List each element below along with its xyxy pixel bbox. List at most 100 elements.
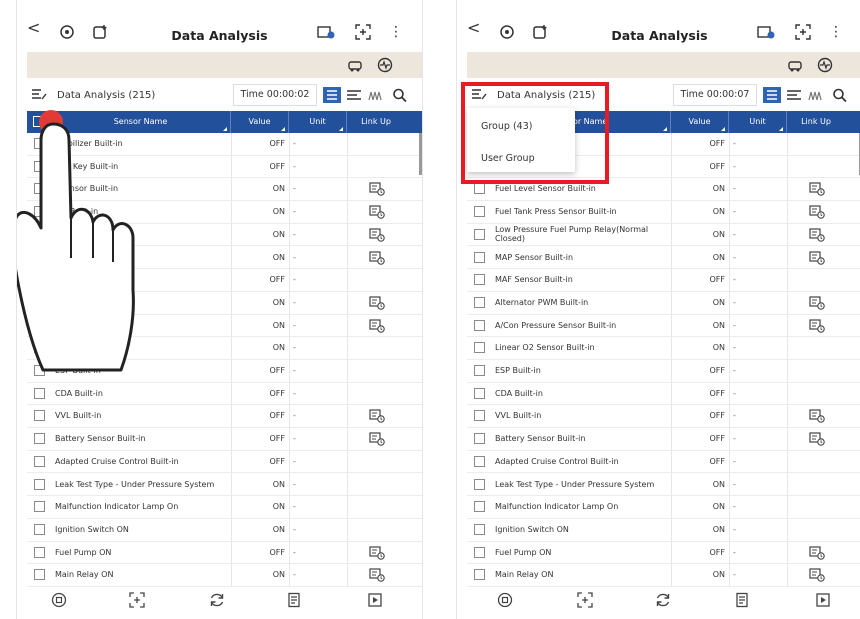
table-row[interactable]: Alternator PWM Built-in ON - — [467, 292, 860, 315]
row-checkbox[interactable] — [474, 546, 485, 558]
refresh-icon[interactable] — [209, 592, 225, 608]
row-checkbox[interactable] — [474, 455, 485, 467]
link-up-graph-icon[interactable] — [369, 432, 385, 446]
table-row[interactable]: Malfunction Indicator Lamp On ON - — [27, 496, 422, 519]
text-view-icon[interactable] — [785, 87, 803, 103]
graph-view-icon[interactable] — [807, 87, 825, 103]
sensor-wave-icon[interactable] — [817, 57, 833, 73]
row-checkbox[interactable] — [474, 433, 485, 445]
table-row[interactable]: Battery Sensor Built-in OFF - — [27, 428, 422, 451]
row-checkbox[interactable] — [34, 501, 45, 513]
row-checkbox[interactable] — [474, 228, 485, 240]
car-tool-icon[interactable] — [347, 58, 363, 72]
link-up-graph-icon[interactable] — [809, 545, 825, 560]
link-up-graph-icon[interactable] — [369, 409, 385, 424]
link-up-graph-icon[interactable] — [369, 545, 385, 560]
col-link-up[interactable]: Link Up — [787, 111, 845, 133]
link-up-graph-icon[interactable] — [369, 228, 385, 242]
table-row[interactable]: Low Pressure Fuel Pump Relay(Normal Clos… — [467, 224, 860, 247]
table-row[interactable]: Battery Sensor Built-in OFF - — [467, 428, 860, 451]
row-checkbox[interactable] — [34, 387, 45, 399]
link-up-graph-icon[interactable] — [369, 182, 385, 197]
table-row[interactable]: Fuel Pump ON OFF - — [27, 542, 422, 565]
link-up-graph-icon[interactable] — [809, 182, 825, 197]
row-checkbox[interactable] — [34, 433, 45, 445]
expand-icon[interactable] — [795, 24, 811, 40]
table-row[interactable]: Ignition Switch ON ON - — [27, 519, 422, 542]
list-view-icon[interactable] — [323, 87, 341, 103]
stop-icon[interactable] — [51, 592, 67, 608]
link-up-graph-icon[interactable] — [809, 228, 825, 242]
table-row[interactable]: CDA Built-in OFF - — [27, 383, 422, 406]
row-checkbox[interactable] — [474, 183, 485, 195]
stop-icon[interactable] — [497, 592, 513, 608]
row-checkbox[interactable] — [34, 455, 45, 467]
table-row[interactable]: Adapted Cruise Control Built-in OFF - — [467, 451, 860, 474]
battery-mail-icon[interactable] — [757, 24, 775, 40]
row-checkbox[interactable] — [474, 410, 485, 422]
table-row[interactable]: A/Con Pressure Sensor Built-in ON - — [467, 315, 860, 338]
table-row[interactable]: Leak Test Type - Under Pressure System ON… — [27, 474, 422, 497]
link-up-graph-icon[interactable] — [809, 432, 825, 446]
row-checkbox[interactable] — [474, 274, 485, 286]
col-unit[interactable]: Unit — [729, 111, 787, 133]
refresh-icon[interactable] — [655, 592, 671, 608]
row-checkbox[interactable] — [474, 387, 485, 399]
row-checkbox[interactable] — [34, 569, 45, 581]
row-checkbox[interactable] — [474, 319, 485, 331]
search-icon[interactable] — [831, 87, 849, 103]
car-tool-icon[interactable] — [787, 58, 803, 72]
row-checkbox[interactable] — [474, 251, 485, 263]
col-unit[interactable]: Unit — [289, 111, 347, 133]
link-up-graph-icon[interactable] — [369, 296, 385, 310]
report-icon[interactable] — [287, 592, 303, 608]
link-up-graph-icon[interactable] — [809, 409, 825, 424]
sensor-wave-icon[interactable] — [377, 57, 393, 73]
table-row[interactable]: ESP Built-in OFF- — [467, 360, 860, 383]
link-up-graph-icon[interactable] — [369, 568, 385, 583]
table-row[interactable]: CDA Built-in OFF - — [467, 383, 860, 406]
table-row[interactable]: Main Relay ON ON - — [467, 564, 860, 587]
battery-mail-icon[interactable] — [317, 24, 335, 40]
link-up-graph-icon[interactable] — [809, 318, 825, 333]
row-checkbox[interactable] — [34, 478, 45, 490]
table-row[interactable]: Main Relay ON ON - — [27, 564, 422, 587]
row-checkbox[interactable] — [474, 478, 485, 490]
row-checkbox[interactable] — [474, 501, 485, 513]
list-edit-icon[interactable] — [31, 88, 47, 102]
link-up-graph-icon[interactable] — [809, 250, 825, 265]
row-checkbox[interactable] — [474, 523, 485, 535]
row-checkbox[interactable] — [474, 296, 485, 308]
report-icon[interactable] — [735, 592, 751, 608]
link-up-graph-icon[interactable] — [369, 205, 385, 219]
row-checkbox[interactable] — [34, 546, 45, 558]
row-checkbox[interactable] — [474, 365, 485, 376]
table-row[interactable]: VVL Built-in OFF - — [467, 405, 860, 429]
col-link-up[interactable]: Link Up — [347, 111, 405, 133]
row-checkbox[interactable] — [474, 569, 485, 581]
scrollbar[interactable] — [419, 133, 422, 175]
table-row[interactable]: Fuel Pump ON OFF - — [467, 542, 860, 565]
table-row[interactable]: MAF Sensor Built-in OFF - — [467, 269, 860, 292]
row-checkbox[interactable] — [34, 523, 45, 535]
link-up-graph-icon[interactable] — [369, 250, 385, 265]
expand-icon[interactable] — [355, 24, 371, 40]
table-row[interactable]: Leak Test Type - Under Pressure System ON… — [467, 474, 860, 497]
link-up-graph-icon[interactable] — [809, 296, 825, 310]
table-row[interactable]: Linear O2 Sensor Built-in ON - — [467, 337, 860, 360]
row-checkbox[interactable] — [34, 410, 45, 422]
kebab-icon[interactable]: ⋮ — [389, 25, 403, 39]
table-row[interactable]: Fuel Tank Press Sensor Built-in ON - — [467, 201, 860, 224]
link-up-graph-icon[interactable] — [369, 318, 385, 333]
table-row[interactable]: VVL Built-in OFF - — [27, 405, 422, 429]
table-row[interactable]: MAP Sensor Built-in ON - — [467, 247, 860, 270]
search-icon[interactable] — [391, 87, 409, 103]
record-icon[interactable] — [815, 592, 831, 608]
record-icon[interactable] — [367, 592, 383, 608]
list-view-icon[interactable] — [763, 87, 781, 103]
table-row[interactable]: Malfunction Indicator Lamp On ON - — [467, 496, 860, 519]
link-up-graph-icon[interactable] — [809, 568, 825, 583]
table-row[interactable]: Adapted Cruise Control Built-in OFF - — [27, 451, 422, 474]
row-checkbox[interactable] — [474, 206, 485, 218]
expand-icon[interactable] — [577, 592, 593, 608]
